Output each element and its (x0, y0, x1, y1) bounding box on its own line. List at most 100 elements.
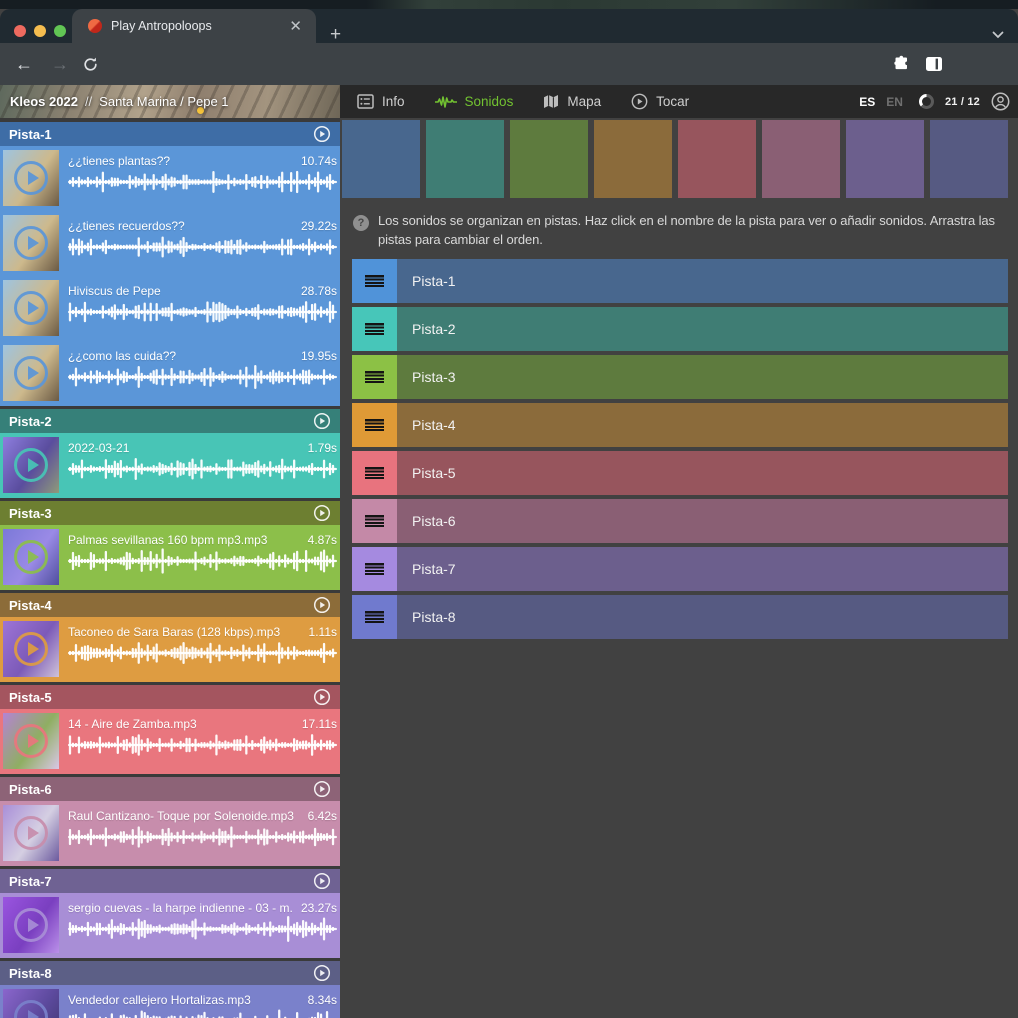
account-icon[interactable] (991, 92, 1010, 111)
track-row[interactable]: Pista-6 (352, 499, 1008, 543)
drag-handle[interactable] (352, 451, 397, 495)
new-tab-button[interactable]: + (330, 25, 341, 44)
sound-clip[interactable]: Hiviscus de Pepe28.78s (0, 276, 340, 341)
sound-clip[interactable]: ¿¿como las cuida??19.95s (0, 341, 340, 406)
drag-handle[interactable] (352, 355, 397, 399)
drag-handle[interactable] (352, 547, 397, 591)
track-row-label[interactable]: Pista-1 (412, 273, 456, 289)
track-row[interactable]: Pista-4 (352, 403, 1008, 447)
tab-info[interactable]: Info (357, 94, 405, 109)
track-row[interactable]: Pista-7 (352, 547, 1008, 591)
track-play-circle-icon[interactable] (313, 504, 331, 522)
sidebar-track-header[interactable]: Pista-3 (0, 501, 340, 525)
clip-play-button[interactable] (14, 632, 48, 666)
track-row-label[interactable]: Pista-3 (412, 369, 456, 385)
browser-tab[interactable]: Play Antropoloops ✕ (72, 9, 316, 43)
sound-clip[interactable]: 2022-03-211.79s (0, 433, 340, 498)
clip-thumbnail[interactable] (3, 621, 59, 677)
close-window-button[interactable] (14, 25, 26, 37)
clip-play-button[interactable] (14, 908, 48, 942)
tab-mapa[interactable]: Mapa (543, 94, 601, 109)
clip-play-button[interactable] (14, 724, 48, 758)
clip-thumbnail[interactable] (3, 280, 59, 336)
track-play-circle-icon[interactable] (313, 780, 331, 798)
clip-thumbnail[interactable] (3, 805, 59, 861)
track-row-body[interactable]: Pista-4 (397, 403, 1008, 447)
side-panel-icon[interactable] (926, 57, 942, 71)
tab-tocar[interactable]: Tocar (631, 93, 689, 110)
sound-clip[interactable]: Vendedor callejero Hortalizas.mp38.34s (0, 985, 340, 1018)
clip-play-button[interactable] (14, 1000, 48, 1018)
track-row[interactable]: Pista-2 (352, 307, 1008, 351)
track-play-circle-icon[interactable] (313, 596, 331, 614)
drag-handle[interactable] (352, 595, 397, 639)
clip-thumbnail[interactable] (3, 215, 59, 271)
clip-thumbnail[interactable] (3, 897, 59, 953)
sound-clip[interactable]: 14 - Aire de Zamba.mp317.11s (0, 709, 340, 774)
extensions-puzzle-icon[interactable] (893, 55, 910, 72)
sidebar-track-header[interactable]: Pista-7 (0, 869, 340, 893)
clip-thumbnail[interactable] (3, 529, 59, 585)
sound-clip[interactable]: Palmas sevillanas 160 bpm mp3.mp34.87s (0, 525, 340, 590)
track-row-body[interactable]: Pista-7 (397, 547, 1008, 591)
track-play-circle-icon[interactable] (313, 125, 331, 143)
clip-play-button[interactable] (14, 448, 48, 482)
track-play-circle-icon[interactable] (313, 412, 331, 430)
track-row-label[interactable]: Pista-8 (412, 609, 456, 625)
drag-handle[interactable] (352, 307, 397, 351)
clip-play-button[interactable] (14, 161, 48, 195)
fullscreen-window-button[interactable] (54, 25, 66, 37)
sound-clip[interactable]: Taconeo de Sara Baras (128 kbps).mp31.11… (0, 617, 340, 682)
track-row[interactable]: Pista-5 (352, 451, 1008, 495)
sound-clip[interactable]: Raul Cantizano- Toque por Solenoide.mp36… (0, 801, 340, 866)
sidebar-track-header[interactable]: Pista-2 (0, 409, 340, 433)
sidebar-track-header[interactable]: Pista-5 (0, 685, 340, 709)
track-row-label[interactable]: Pista-5 (412, 465, 456, 481)
track-row-label[interactable]: Pista-6 (412, 513, 456, 529)
lang-es-button[interactable]: ES (859, 95, 875, 109)
track-play-circle-icon[interactable] (313, 964, 331, 982)
clip-play-button[interactable] (14, 540, 48, 574)
sidebar-track-header[interactable]: Pista-8 (0, 961, 340, 985)
track-row[interactable]: Pista-3 (352, 355, 1008, 399)
track-row[interactable]: Pista-8 (352, 595, 1008, 639)
track-row[interactable]: Pista-1 (352, 259, 1008, 303)
track-row-label[interactable]: Pista-4 (412, 417, 456, 433)
drag-handle[interactable] (352, 499, 397, 543)
clip-play-button[interactable] (14, 816, 48, 850)
forward-button[interactable]: → (51, 54, 69, 74)
sidebar-track-header[interactable]: Pista-4 (0, 593, 340, 617)
track-row-body[interactable]: Pista-3 (397, 355, 1008, 399)
sound-clip[interactable]: sergio cuevas - la harpe indienne - 03 -… (0, 893, 340, 958)
back-button[interactable]: ← (15, 54, 33, 74)
sound-clip[interactable]: ¿¿tienes recuerdos??29.22s (0, 211, 340, 276)
clip-thumbnail[interactable] (3, 713, 59, 769)
clip-play-button[interactable] (14, 226, 48, 260)
drag-handle[interactable] (352, 403, 397, 447)
track-row-label[interactable]: Pista-7 (412, 561, 456, 577)
sidebar-track-header[interactable]: Pista-1 (0, 122, 340, 146)
track-row-body[interactable]: Pista-8 (397, 595, 1008, 639)
track-row-body[interactable]: Pista-5 (397, 451, 1008, 495)
reload-button[interactable] (82, 56, 99, 73)
clip-play-button[interactable] (14, 356, 48, 390)
minimize-window-button[interactable] (34, 25, 46, 37)
track-row-body[interactable]: Pista-6 (397, 499, 1008, 543)
track-row-label[interactable]: Pista-2 (412, 321, 456, 337)
drag-handle[interactable] (352, 259, 397, 303)
track-row-body[interactable]: Pista-2 (397, 307, 1008, 351)
clip-thumbnail[interactable] (3, 989, 59, 1018)
track-row-body[interactable]: Pista-1 (397, 259, 1008, 303)
clip-thumbnail[interactable] (3, 345, 59, 401)
sound-clip[interactable]: ¿¿tienes plantas??10.74s (0, 146, 340, 211)
clip-thumbnail[interactable] (3, 437, 59, 493)
tab-close-icon[interactable]: ✕ (285, 17, 306, 36)
sidebar-track-header[interactable]: Pista-6 (0, 777, 340, 801)
lang-en-button[interactable]: EN (886, 95, 903, 109)
clip-play-button[interactable] (14, 291, 48, 325)
tab-search-chevron-icon[interactable] (992, 31, 1004, 39)
track-play-circle-icon[interactable] (313, 688, 331, 706)
tab-sonidos[interactable]: Sonidos (435, 94, 514, 109)
clip-thumbnail[interactable] (3, 150, 59, 206)
track-play-circle-icon[interactable] (313, 872, 331, 890)
